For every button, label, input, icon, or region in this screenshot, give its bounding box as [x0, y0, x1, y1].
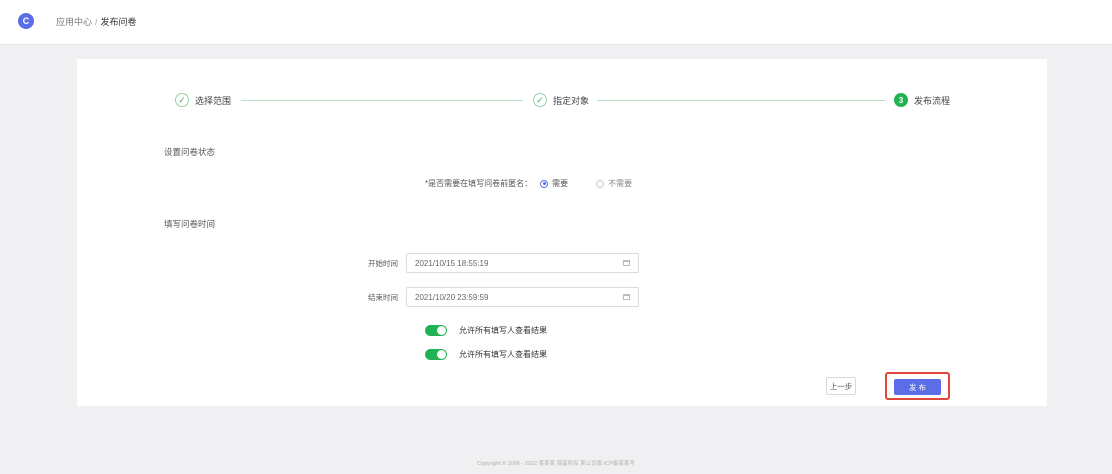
end-time-value: 2021/10/20 23:59:59	[415, 292, 489, 302]
view-results-toggle[interactable]	[425, 325, 447, 336]
end-time-label: 结束时间	[368, 292, 398, 302]
calendar-icon[interactable]	[623, 260, 630, 266]
radio-option-no[interactable]: 不需要	[596, 178, 632, 189]
breadcrumb: 应用中心 / 发布问卷	[56, 15, 137, 28]
check-circle-icon: ✓	[175, 93, 189, 107]
radio-option-yes[interactable]: 需要	[540, 178, 568, 189]
radio-checked-icon	[540, 179, 549, 188]
publish-button-highlight: 发 布	[885, 372, 950, 400]
anonymous-label: *是否需要在填写问卷前匿名：	[425, 179, 533, 188]
step-connector	[241, 100, 523, 101]
publish-button[interactable]: 发 布	[894, 379, 941, 395]
step-connector	[597, 100, 886, 101]
breadcrumb-parent[interactable]: 应用中心	[56, 17, 92, 27]
step-publish: 3 发布流程	[894, 92, 950, 108]
anonymous-radio-group: *是否需要在填写问卷前匿名： 需要 不需要	[425, 178, 632, 189]
toggle-row-view-results-2: 允许所有填写人查看结果	[425, 349, 547, 360]
app-logo-icon[interactable]: C	[18, 13, 34, 29]
toggle-row-view-results-1: 允许所有填写人查看结果	[425, 325, 547, 336]
step-number: 3	[898, 95, 904, 105]
radio-option-label: 需要	[552, 179, 569, 188]
start-time-value: 2021/10/15 18:55:19	[415, 258, 489, 268]
footer-copyright: Copyright © 2006 - 2022 某某某 保留所有 某公司版 IC…	[477, 461, 635, 467]
view-results-toggle[interactable]	[425, 349, 447, 360]
toggle-knob	[437, 350, 446, 359]
toggle-label: 允许所有填写人查看结果	[459, 350, 547, 359]
step-label: 选择范围	[195, 95, 232, 106]
top-bar: C 应用中心 / 发布问卷	[0, 0, 1112, 45]
step-label: 发布流程	[914, 95, 951, 106]
end-time-input[interactable]: 2021/10/20 23:59:59	[406, 287, 639, 307]
calendar-icon[interactable]	[623, 294, 630, 300]
toggle-knob	[437, 326, 446, 335]
breadcrumb-current: 发布问卷	[100, 17, 137, 27]
toggle-label: 允许所有填写人查看结果	[459, 326, 547, 335]
start-time-label: 开始时间	[368, 258, 398, 268]
start-time-row: 开始时间 2021/10/15 18:55:19	[368, 253, 639, 273]
radio-unchecked-icon	[596, 179, 605, 188]
publish-form-card: ✓ 选择范围 ✓ 指定对象 3 发布流程 设置问卷状态 填写问卷时间 *是否需要…	[77, 59, 1047, 406]
step-label: 指定对象	[553, 95, 590, 106]
radio-option-label: 不需要	[608, 179, 633, 188]
step-select-scope: ✓ 选择范围	[175, 92, 231, 108]
step-number-icon: 3	[894, 93, 908, 107]
check-circle-icon: ✓	[533, 93, 547, 107]
section-title-time: 填写问卷时间	[164, 219, 216, 229]
end-time-row: 结束时间 2021/10/20 23:59:59	[368, 287, 639, 307]
start-time-input[interactable]: 2021/10/15 18:55:19	[406, 253, 639, 273]
breadcrumb-separator: /	[95, 17, 98, 27]
step-assign-object: ✓ 指定对象	[533, 92, 589, 108]
prev-step-button[interactable]: 上一步	[826, 377, 856, 395]
logo-letter: C	[22, 16, 30, 26]
section-title-settings: 设置问卷状态	[164, 147, 216, 157]
